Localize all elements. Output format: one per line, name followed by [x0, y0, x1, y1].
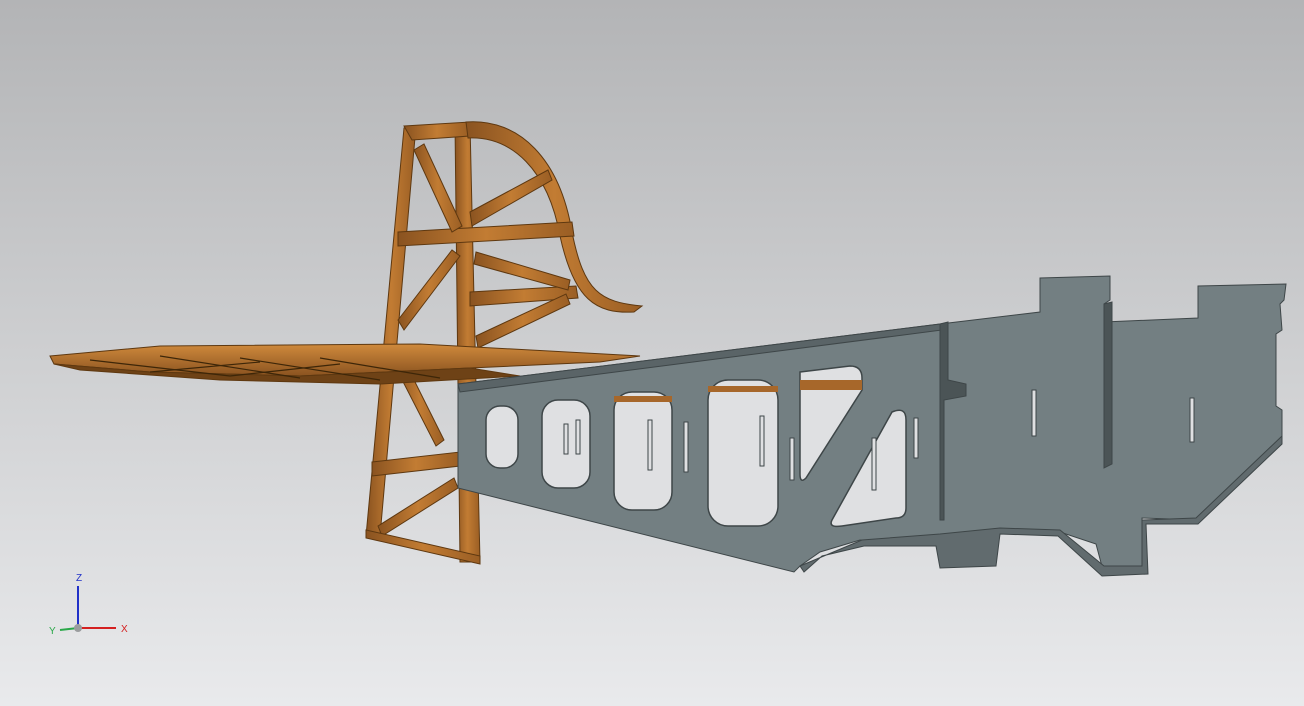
fin-brace-7 — [377, 477, 459, 537]
axis-origin — [74, 624, 82, 632]
x-axis-label: X — [121, 624, 128, 635]
fin-brace-2 — [469, 169, 553, 227]
cutout-3 — [613, 391, 673, 511]
fin-brace-3 — [473, 251, 571, 291]
cutout-1 — [485, 405, 519, 469]
axis-triad: Z X Y — [40, 566, 150, 646]
fin-rear-post — [454, 123, 481, 563]
y-axis-label: Y — [49, 626, 56, 637]
fuselage-bulkhead-seam-2 — [1103, 301, 1113, 469]
fin-brace-1 — [413, 143, 463, 233]
cad-3d-viewport[interactable]: Z X Y — [0, 0, 1304, 706]
cutout-4 — [707, 379, 779, 527]
z-axis-label: Z — [76, 573, 83, 584]
fin-brace-5 — [397, 249, 461, 331]
model-scene[interactable] — [0, 0, 1304, 706]
fin-rib-1 — [397, 221, 575, 247]
axis-triad-graphic — [59, 586, 116, 632]
